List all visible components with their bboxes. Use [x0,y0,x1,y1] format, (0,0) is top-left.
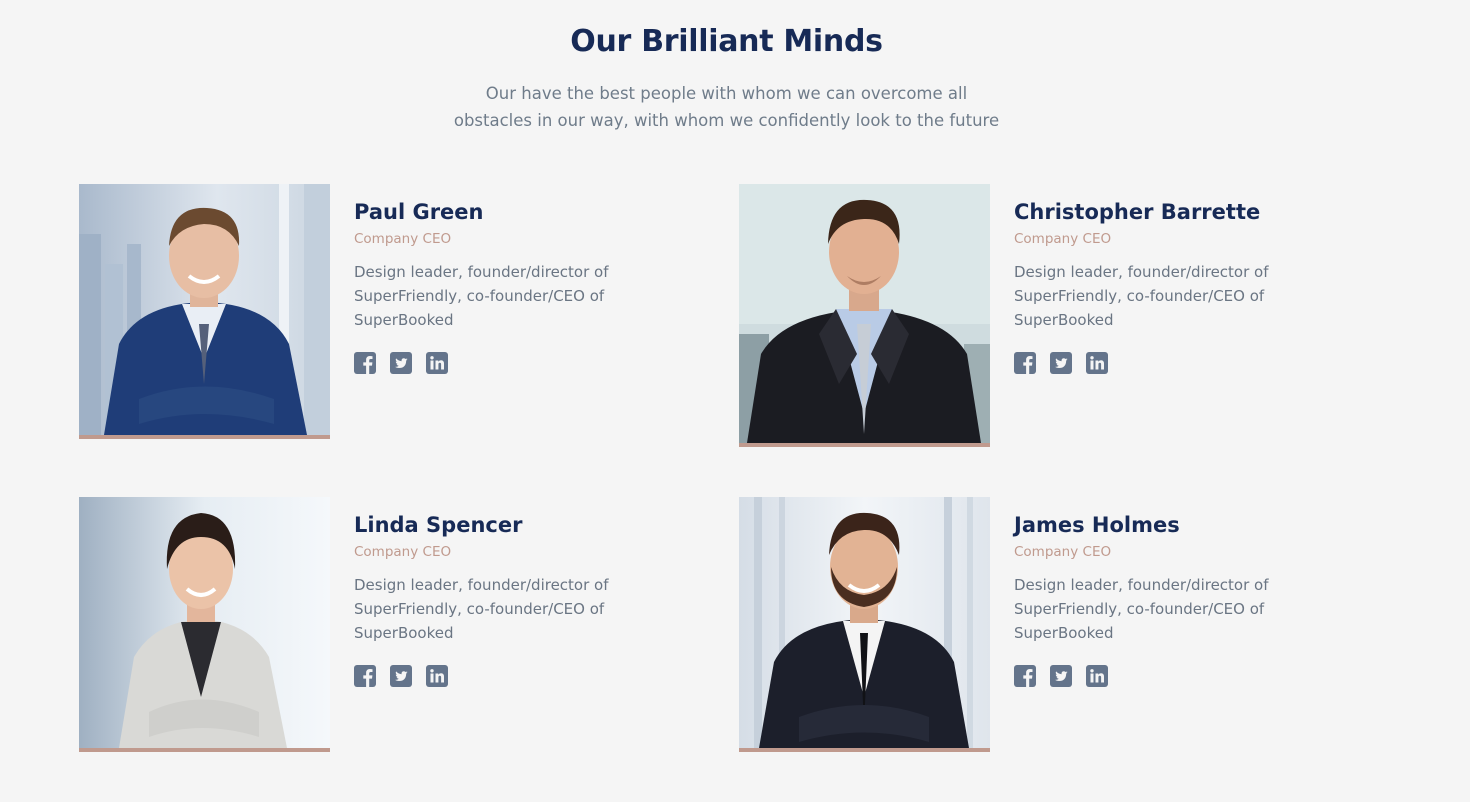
subtitle-line: Our have the best people with whom we ca… [485,84,968,103]
description-line: Design leader, founder/director of [354,263,609,281]
accent-bar [79,748,330,752]
linkedin-icon[interactable] [1086,352,1108,374]
accent-bar [739,748,990,752]
social-links [1014,665,1314,687]
description-line: SuperBooked [354,311,454,329]
member-name: Paul Green [354,200,484,224]
member-name: Linda Spencer [354,513,523,537]
twitter-icon[interactable] [390,352,412,374]
facebook-icon[interactable] [354,665,376,687]
description-line: SuperBooked [354,624,454,642]
description-line: SuperFriendly, co-founder/CEO of [1014,600,1265,618]
member-info: Christopher Barrette Company CEO Design … [1014,198,1314,374]
member-description: Design leader, founder/director of Super… [1014,573,1314,645]
team-member-card: James Holmes Company CEO Design leader, … [739,497,1339,767]
accent-bar [79,435,330,439]
description-line: Design leader, founder/director of [1014,263,1269,281]
member-role: Company CEO [354,544,452,560]
description-line: SuperBooked [1014,311,1114,329]
section-subtitle: Our have the best people with whom we ca… [452,80,1001,134]
member-photo [79,184,330,439]
facebook-icon[interactable] [354,352,376,374]
description-line: SuperFriendly, co-founder/CEO of [1014,287,1265,305]
subtitle-line: obstacles in our way, with whom we confi… [453,111,1000,130]
twitter-icon[interactable] [390,665,412,687]
team-member-card: Christopher Barrette Company CEO Design … [739,184,1339,454]
member-role: Company CEO [1014,544,1112,560]
social-links [354,665,654,687]
facebook-icon[interactable] [1014,665,1036,687]
member-role: Company CEO [1014,231,1112,247]
member-role: Company CEO [354,231,452,247]
accent-bar [739,443,990,447]
member-info: James Holmes Company CEO Design leader, … [1014,511,1314,687]
team-member-card: Paul Green Company CEO Design leader, fo… [79,184,679,454]
member-photo [79,497,330,752]
member-description: Design leader, founder/director of Super… [354,260,654,332]
twitter-icon[interactable] [1050,665,1072,687]
member-info: Linda Spencer Company CEO Design leader,… [354,511,654,687]
description-line: SuperFriendly, co-founder/CEO of [354,287,605,305]
social-links [1014,352,1314,374]
section-title: Our Brilliant Minds [570,24,883,59]
description-line: SuperBooked [1014,624,1114,642]
linkedin-icon[interactable] [426,665,448,687]
team-section: Our Brilliant Minds Our have the best pe… [0,0,1470,802]
description-line: Design leader, founder/director of [354,576,609,594]
team-member-card: Linda Spencer Company CEO Design leader,… [79,497,679,767]
member-info: Paul Green Company CEO Design leader, fo… [354,198,654,374]
member-description: Design leader, founder/director of Super… [1014,260,1314,332]
linkedin-icon[interactable] [426,352,448,374]
twitter-icon[interactable] [1050,352,1072,374]
member-photo [739,497,990,752]
member-photo [739,184,990,447]
member-name: James Holmes [1014,513,1180,537]
social-links [354,352,654,374]
description-line: Design leader, founder/director of [1014,576,1269,594]
member-name: Christopher Barrette [1014,200,1261,224]
member-description: Design leader, founder/director of Super… [354,573,654,645]
linkedin-icon[interactable] [1086,665,1108,687]
description-line: SuperFriendly, co-founder/CEO of [354,600,605,618]
facebook-icon[interactable] [1014,352,1036,374]
